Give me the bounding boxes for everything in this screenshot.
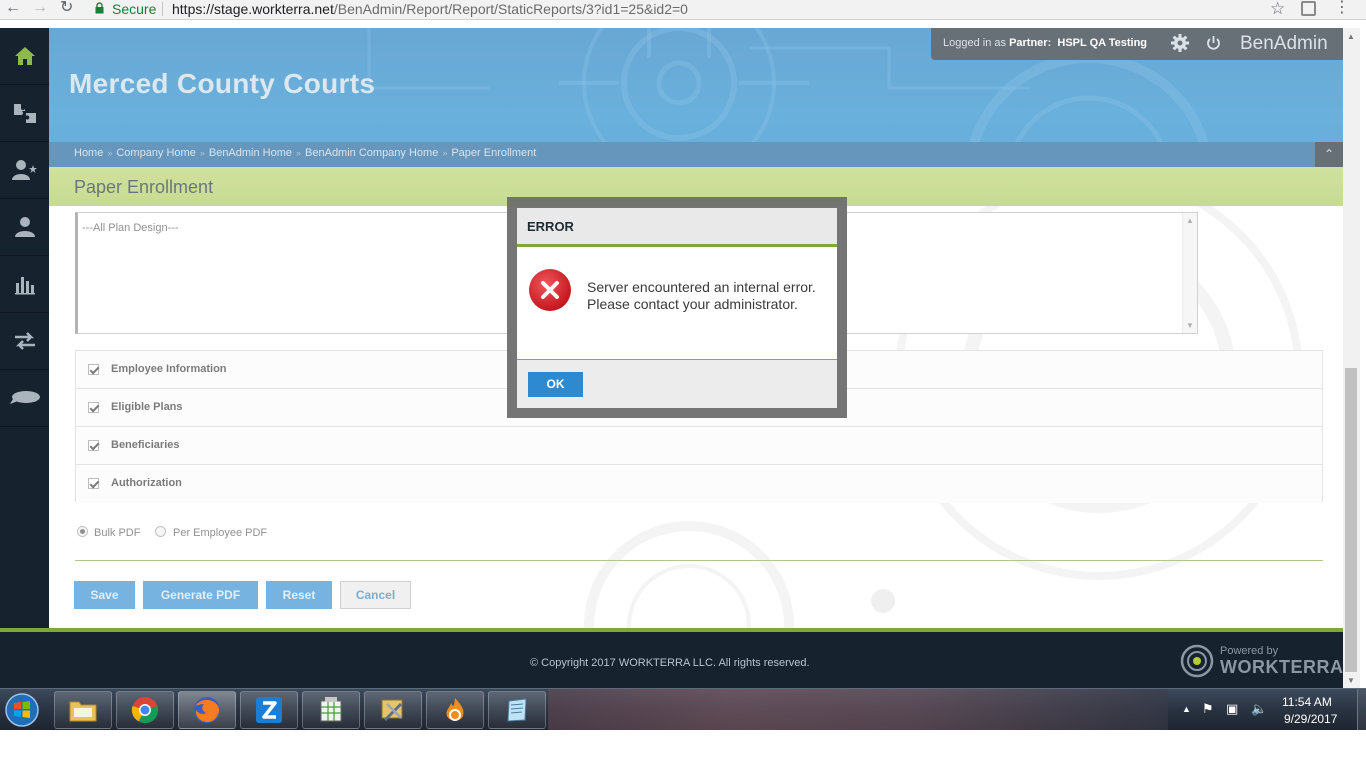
taskbar-wallpaper <box>548 689 1168 730</box>
secure-label: Secure <box>112 1 157 17</box>
powered-by-logo: Powered by WORKTERRA <box>1180 643 1343 679</box>
page-scrollbar[interactable]: ▲ ▼ <box>1343 28 1360 688</box>
z-app-icon <box>256 697 282 723</box>
clock-time[interactable]: 11:54 AM <box>1282 695 1332 709</box>
taskbar-explorer[interactable] <box>54 691 112 729</box>
reload-icon[interactable]: ↻ <box>60 0 73 18</box>
url-field[interactable]: https://stage.workterra.net/BenAdmin/Rep… <box>172 1 688 17</box>
powered-by-label: Powered by <box>1220 645 1279 657</box>
page-scroll-thumb[interactable] <box>1345 368 1357 672</box>
volume-icon[interactable]: 🔈 <box>1251 701 1267 717</box>
folder-icon <box>69 701 97 722</box>
taskbar-flame-app[interactable] <box>426 691 484 729</box>
chat-bubble-icon <box>9 391 40 404</box>
bar-chart-icon <box>14 277 35 295</box>
user-star-icon <box>11 160 37 180</box>
url-host: https://stage.workterra.net <box>172 1 334 17</box>
chrome-icon <box>131 697 159 724</box>
taskbar-notepad[interactable] <box>488 691 546 729</box>
forward-arrow-icon[interactable]: → <box>32 0 48 18</box>
powered-by-brand: WORKTERRA <box>1220 657 1344 677</box>
taskbar-firefox[interactable] <box>178 691 236 729</box>
home-icon <box>14 47 35 65</box>
sidebar-item-user-admin[interactable] <box>0 142 49 199</box>
action-center-flag-icon[interactable]: ⚑ <box>1202 701 1214 717</box>
page-scroll-up-icon[interactable]: ▲ <box>1347 32 1355 41</box>
show-desktop-button[interactable] <box>1357 689 1366 730</box>
system-tray: ▲ ⚑ ▣ 🔈 11:54 AM 9/29/2017 <box>1178 689 1366 730</box>
back-arrow-icon[interactable]: ← <box>5 0 21 18</box>
footer: © Copyright 2017 WORKTERRA LLC. All righ… <box>0 632 1343 688</box>
url-path: /BenAdmin/Report/Report/StaticReports/3?… <box>333 1 688 17</box>
dialog-title: ERROR <box>527 219 574 234</box>
tray-expand-icon[interactable]: ▲ <box>1182 704 1191 714</box>
dialog-header: ERROR <box>517 208 837 247</box>
sidebar-item-messages[interactable] <box>0 370 49 427</box>
browser-menu-icon[interactable]: ⋮ <box>1334 0 1350 16</box>
tools-icon <box>381 699 403 722</box>
spreadsheet-icon <box>320 697 342 722</box>
network-icon[interactable]: ▣ <box>1226 701 1238 717</box>
address-separator <box>162 2 163 16</box>
left-sidebar <box>0 28 49 628</box>
clock-date[interactable]: 9/29/2017 <box>1284 712 1337 726</box>
bookmark-star-icon[interactable]: ☆ <box>1270 0 1285 19</box>
taskbar-spreadsheet[interactable] <box>302 691 360 729</box>
sidebar-item-home[interactable] <box>0 28 49 85</box>
error-message: Server encountered an internal error. Pl… <box>587 279 816 312</box>
start-button-icon[interactable] <box>3 692 41 728</box>
taskbar-z-app[interactable] <box>240 691 298 729</box>
copyright-text: © Copyright 2017 WORKTERRA LLC. All righ… <box>530 657 810 669</box>
transfer-arrows-icon <box>14 332 35 350</box>
error-dialog: ERROR Server encountered an internal err… <box>517 208 837 408</box>
lock-icon <box>95 2 104 14</box>
puzzle-icon <box>13 104 36 123</box>
sidebar-item-employees[interactable] <box>0 199 49 256</box>
workterra-logo-icon <box>1180 644 1214 678</box>
firefox-icon <box>194 697 220 723</box>
error-icon <box>529 269 571 311</box>
user-icon <box>14 217 35 237</box>
ok-button[interactable]: OK <box>528 372 583 397</box>
page-scroll-down-icon[interactable]: ▼ <box>1347 676 1355 685</box>
sidebar-item-plans[interactable] <box>0 85 49 142</box>
taskbar-chrome[interactable] <box>116 691 174 729</box>
windows-taskbar: ▲ ⚑ ▣ 🔈 11:54 AM 9/29/2017 <box>0 688 1366 730</box>
flame-icon <box>446 698 464 721</box>
extension-icon[interactable] <box>1301 1 1316 16</box>
sidebar-item-transfer[interactable] <box>0 313 49 370</box>
taskbar-tools[interactable] <box>364 691 422 729</box>
notepad-icon <box>507 698 527 722</box>
sidebar-item-reports[interactable] <box>0 256 49 313</box>
dialog-footer: OK <box>517 359 837 408</box>
browser-address-bar: ← → ↻ Secure https://stage.workterra.net… <box>0 0 1366 20</box>
